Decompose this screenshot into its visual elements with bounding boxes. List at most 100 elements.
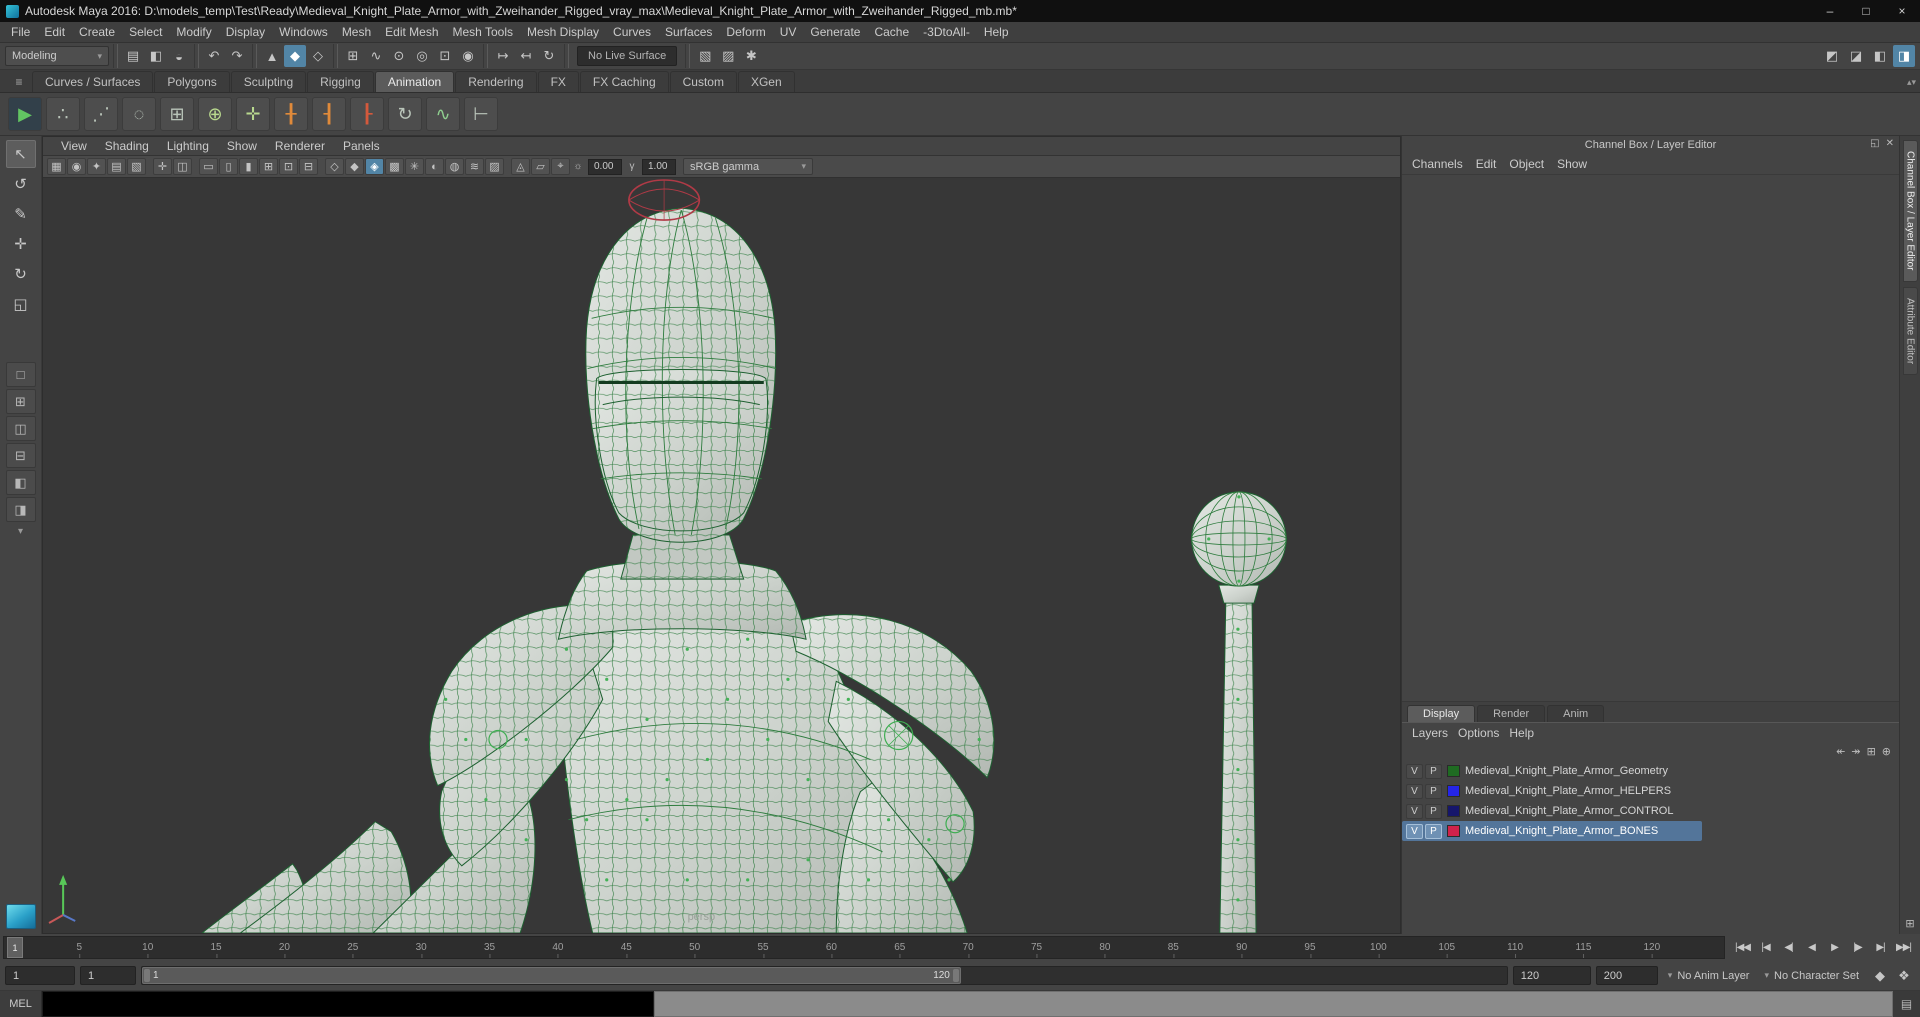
timeline-tick[interactable]: 25 (347, 937, 358, 958)
menu-mesh[interactable]: Mesh (335, 23, 378, 41)
toolbar-collapser-handle[interactable] (685, 44, 691, 68)
anim-preferences-icon[interactable]: ❖ (1893, 965, 1915, 987)
range-slider-handle[interactable]: 1 120 (142, 967, 961, 984)
sidebar-tool-settings-icon[interactable]: ◧ (1869, 45, 1891, 67)
layer-editor-tab-display[interactable]: Display (1407, 705, 1476, 722)
layer-playback-toggle[interactable]: P (1425, 783, 1442, 799)
toolbar-collapser-handle[interactable] (113, 44, 118, 68)
play-forwards-button[interactable]: ▶ (1824, 937, 1845, 958)
menu-file[interactable]: File (4, 23, 37, 41)
layer-editor-tab-render[interactable]: Render (1477, 705, 1546, 722)
timeline-tick[interactable]: 60 (826, 937, 837, 958)
snap-view-plane-icon[interactable]: ⊡ (434, 45, 456, 67)
timeline-tick[interactable]: 15 (211, 937, 222, 958)
select-hierarchy-icon[interactable]: ▲ (261, 45, 283, 67)
snap-projected-center-icon[interactable]: ◎ (411, 45, 433, 67)
channel-box-menu-channels[interactable]: Channels (1412, 156, 1472, 172)
shelf-tab-rendering[interactable]: Rendering (455, 71, 537, 92)
more-layouts-icon[interactable]: ▾ (18, 526, 23, 537)
shelf-menu-icon[interactable]: ≡ (6, 75, 32, 92)
menu-cache[interactable]: Cache (867, 23, 916, 41)
gate-mask-icon[interactable]: ▮ (239, 158, 258, 175)
menu-uv[interactable]: UV (773, 23, 804, 41)
set-driven-key-icon[interactable]: ↻ (388, 97, 422, 131)
menu-edit-mesh[interactable]: Edit Mesh (378, 23, 445, 41)
toolbar-collapser-handle[interactable] (564, 44, 569, 68)
command-language-toggle[interactable]: MEL (0, 991, 42, 1017)
layer-editor-menu-layers[interactable]: Layers (1412, 725, 1456, 741)
sidebar-tab-channel-box-layer-editor[interactable]: Channel Box / Layer Editor (1902, 140, 1918, 282)
timeline-tick[interactable]: 100 (1370, 937, 1387, 958)
menu-set-selector[interactable]: Modeling ▾ (5, 46, 109, 66)
menu-3dtoall[interactable]: -3DtoAll- (916, 23, 977, 41)
timeline-tick[interactable]: 50 (689, 937, 700, 958)
snap-point-icon[interactable]: ⊙ (388, 45, 410, 67)
toolbar-collapser-handle[interactable] (252, 44, 257, 68)
step-forward-frame-button[interactable]: ▶| (1870, 937, 1891, 958)
layout-two-side-by-side-icon[interactable]: ◫ (5, 416, 36, 441)
live-surface-field[interactable]: No Live Surface (577, 46, 678, 66)
layer-playback-toggle[interactable]: P (1425, 763, 1442, 779)
viewport-menu-renderer[interactable]: Renderer (267, 138, 333, 154)
shelf-tab-custom[interactable]: Custom (669, 71, 737, 92)
menu-select[interactable]: Select (122, 23, 169, 41)
go-to-start-button[interactable]: |◀◀ (1732, 937, 1753, 958)
channel-box-menu-show[interactable]: Show (1557, 156, 1596, 172)
make-live-icon[interactable]: ◉ (457, 45, 479, 67)
add-to-character-set-icon[interactable]: ✛ (236, 97, 270, 131)
timeline-tick[interactable]: 80 (1099, 937, 1110, 958)
multisample-icon[interactable]: ▨ (485, 158, 504, 175)
layer-visibility-toggle[interactable]: V (1406, 803, 1423, 819)
menu-edit[interactable]: Edit (37, 23, 72, 41)
timeline-tick[interactable]: 105 (1438, 937, 1455, 958)
timeline-tick[interactable]: 55 (757, 937, 769, 958)
shelf-tab-xgen[interactable]: XGen (737, 71, 795, 92)
go-to-end-button[interactable]: ▶▶| (1893, 937, 1914, 958)
xray-icon[interactable]: ▱ (531, 158, 550, 175)
exposure-field[interactable]: 0.00 (588, 158, 622, 175)
new-scene-icon[interactable]: ▤ (122, 45, 144, 67)
anim-layer-dropdown[interactable]: ▾ No Anim Layer (1663, 970, 1755, 982)
redo-icon[interactable]: ↷ (226, 45, 248, 67)
undo-icon[interactable]: ↶ (203, 45, 225, 67)
select-camera-icon[interactable]: ▦ (47, 158, 66, 175)
layout-four-view-icon[interactable]: ⊞ (5, 389, 36, 414)
maximize-button[interactable]: □ (1848, 0, 1884, 22)
timeline-tick[interactable]: 40 (552, 937, 563, 958)
move-layer-down-icon[interactable]: ↠ (1851, 745, 1860, 758)
shelf-scroll-icon[interactable]: ▴▾ (1907, 77, 1916, 88)
viewport-menu-shading[interactable]: Shading (97, 138, 157, 154)
layout-two-stacked-icon[interactable]: ⊟ (5, 443, 36, 468)
float-panel-icon[interactable]: ◱ (1870, 138, 1879, 149)
spline-ik-icon[interactable]: ∿ (426, 97, 460, 131)
snap-grid-icon[interactable]: ⊞ (342, 45, 364, 67)
film-gate-icon[interactable]: ▭ (199, 158, 218, 175)
layout-outliner-persp-icon[interactable]: ◨ (5, 497, 36, 522)
timeline-tick[interactable]: 120 (1644, 937, 1660, 958)
step-forward-key-button[interactable]: |▶ (1847, 937, 1868, 958)
layer-row[interactable]: V P Medieval_Knight_Plate_Armor_Geometry (1402, 761, 1712, 781)
command-results[interactable] (654, 991, 1893, 1017)
timeline-tick[interactable]: 20 (279, 937, 290, 958)
script-editor-icon[interactable]: ▤ (1893, 991, 1920, 1017)
set-breakdown-icon[interactable]: ⋰ (84, 97, 118, 131)
minimize-button[interactable]: – (1812, 0, 1848, 22)
menu-generate[interactable]: Generate (803, 23, 867, 41)
layer-editor-menu-help[interactable]: Help (1509, 725, 1542, 741)
paint-select-tool-icon[interactable]: ✎ (6, 200, 36, 228)
ghost-icon[interactable]: ⊞ (160, 97, 194, 131)
xray-joints-icon[interactable]: ⌖ (551, 158, 570, 175)
image-plane-icon[interactable]: ▧ (127, 158, 146, 175)
viewport-menu-panels[interactable]: Panels (335, 138, 388, 154)
safe-title-icon[interactable]: ⊟ (299, 158, 318, 175)
gamma-field[interactable]: 1.00 (642, 158, 676, 175)
output-connections-icon[interactable]: ↤ (515, 45, 537, 67)
shelf-tab-sculpting[interactable]: Sculpting (230, 71, 307, 92)
scale-tool-icon[interactable]: ◱ (6, 290, 36, 318)
toolbar-collapser-handle[interactable] (194, 44, 199, 68)
layer-editor-menu-options[interactable]: Options (1458, 725, 1507, 741)
move-layer-up-icon[interactable]: ↞ (1836, 745, 1845, 758)
layer-name[interactable]: Medieval_Knight_Plate_Armor_CONTROL (1465, 805, 1673, 817)
shelf-tab-polygons[interactable]: Polygons (154, 71, 230, 92)
playblast-icon[interactable]: ▶ (8, 97, 42, 131)
